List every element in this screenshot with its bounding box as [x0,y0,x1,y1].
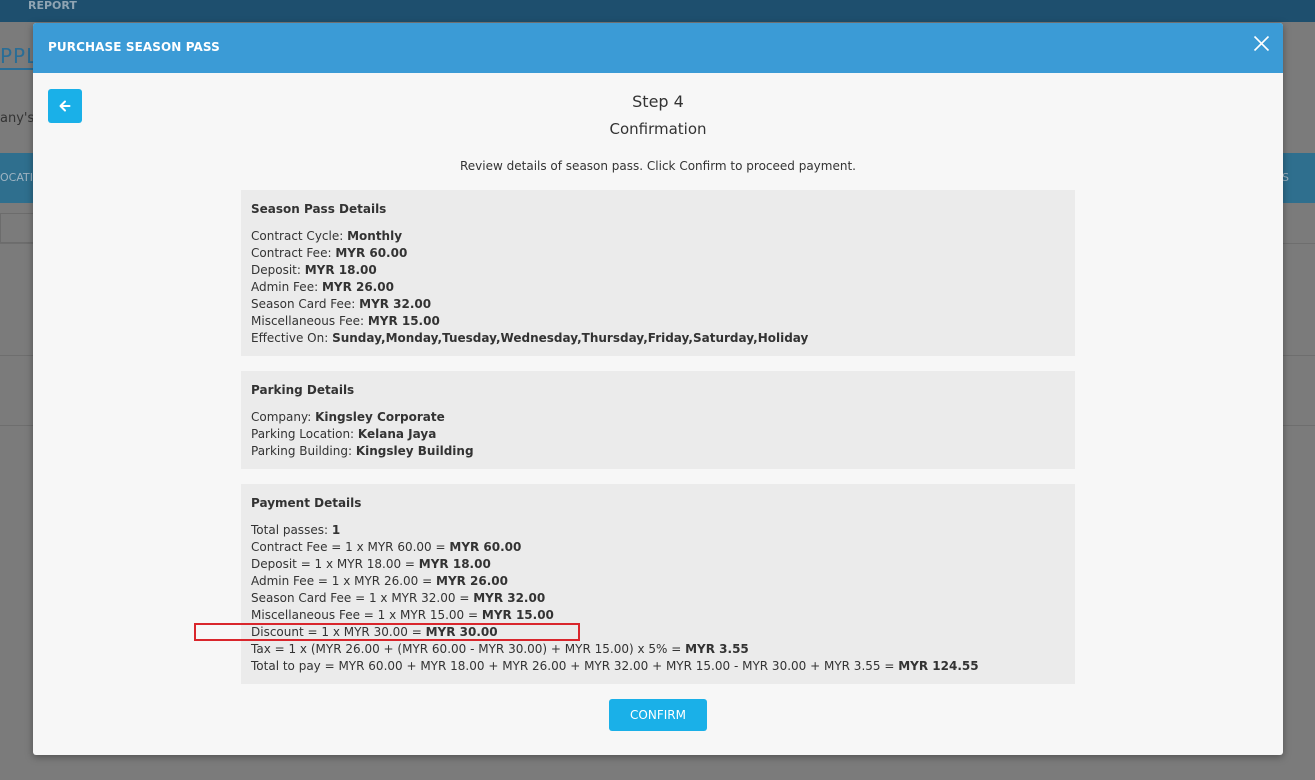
row-value: 1 [331,523,341,537]
detail-row: Miscellaneous Fee: MYR 15.00 [251,313,1065,330]
row-label: Season Card Fee: [251,297,360,311]
close-button[interactable] [1253,35,1270,52]
close-icon [1253,35,1270,52]
detail-row: Parking Building: Kingsley Building [251,443,1065,460]
row-label: Total to pay = MYR 60.00 + MYR 18.00 + M… [251,659,899,673]
parking-details-panel: Parking Details Company: Kingsley Corpor… [241,371,1075,469]
row-label: Company: [251,410,316,424]
detail-row: Deposit: MYR 18.00 [251,262,1065,279]
payment-row: Admin Fee = 1 x MYR 26.00 = MYR 26.00 [251,573,1065,590]
row-label: Total passes: [251,523,332,537]
discount-highlight-box [194,623,580,641]
detail-row: Admin Fee: MYR 26.00 [251,279,1065,296]
detail-row: Company: Kingsley Corporate [251,409,1065,426]
row-label: Miscellaneous Fee = 1 x MYR 15.00 = [251,608,482,622]
row-label: Deposit: [251,263,305,277]
row-value: MYR 18.00 [418,557,491,571]
modal-title: PURCHASE SEASON PASS [48,40,220,54]
row-value: Sunday,Monday,Tuesday,Wednesday,Thursday… [332,331,809,345]
payment-row: Miscellaneous Fee = 1 x MYR 15.00 = MYR … [251,607,1065,624]
row-value: Kingsley Building [355,444,474,458]
row-label: Tax = 1 x (MYR 26.00 + (MYR 60.00 - MYR … [251,642,686,656]
row-value: MYR 32.00 [359,297,432,311]
nav-item-report: REPORT [28,0,77,12]
row-value: MYR 15.00 [367,314,440,328]
row-value: MYR 60.00 [335,246,408,260]
row-label: Admin Fee: [251,280,322,294]
row-value: MYR 3.55 [685,642,749,656]
row-label: Miscellaneous Fee: [251,314,368,328]
row-label: Effective On: [251,331,333,345]
row-label: Parking Location: [251,427,358,441]
row-label: Admin Fee = 1 x MYR 26.00 = [251,574,436,588]
row-value: Kelana Jaya [357,427,437,441]
detail-row: Season Card Fee: MYR 32.00 [251,296,1065,313]
total-row: Total to pay = MYR 60.00 + MYR 18.00 + M… [251,658,1065,675]
row-value: MYR 15.00 [481,608,554,622]
row-value: Monthly [347,229,403,243]
row-value: MYR 18.00 [304,263,377,277]
background-column-last: S [1282,171,1289,184]
row-value: MYR 32.00 [473,591,546,605]
detail-row: Contract Cycle: Monthly [251,228,1065,245]
detail-row: Effective On: Sunday,Monday,Tuesday,Wedn… [251,330,1065,347]
tax-row: Tax = 1 x (MYR 26.00 + (MYR 60.00 - MYR … [251,641,1065,658]
row-label: Season Card Fee = 1 x MYR 32.00 = [251,591,474,605]
panel-title: Season Pass Details [251,202,387,216]
row-label: Parking Building: [251,444,356,458]
top-navigation-bar [0,0,1315,22]
panel-title: Parking Details [251,383,355,397]
purchase-season-pass-modal: PURCHASE SEASON PASS Step 4 Confirmation… [33,23,1283,755]
payment-row: Season Card Fee = 1 x MYR 32.00 = MYR 32… [251,590,1065,607]
row-label: Deposit = 1 x MYR 18.00 = [251,557,419,571]
step-title: Step 4 [632,92,684,111]
row-label: Contract Fee: [251,246,336,260]
payment-details-panel: Payment Details Total passes: 1 Contract… [241,484,1075,684]
panel-title: Payment Details [251,496,362,510]
row-value: Kingsley Corporate [315,410,445,424]
row-value: MYR 124.55 [898,659,979,673]
confirm-button[interactable]: CONFIRM [609,699,707,731]
payment-row: Contract Fee = 1 x MYR 60.00 = MYR 60.00 [251,539,1065,556]
row-value: MYR 26.00 [436,574,509,588]
row-label: Contract Cycle: [251,229,348,243]
row-label: Contract Fee = 1 x MYR 60.00 = [251,540,450,554]
step-subtitle: Confirmation [609,120,707,138]
season-pass-details-panel: Season Pass Details Contract Cycle: Mont… [241,190,1075,356]
row-value: MYR 26.00 [321,280,394,294]
detail-row: Parking Location: Kelana Jaya [251,426,1065,443]
modal-header: PURCHASE SEASON PASS [33,23,1283,73]
payment-row: Deposit = 1 x MYR 18.00 = MYR 18.00 [251,556,1065,573]
instructions-text: Review details of season pass. Click Con… [460,159,856,173]
detail-row: Contract Fee: MYR 60.00 [251,245,1065,262]
payment-row: Total passes: 1 [251,522,1065,539]
row-value: MYR 60.00 [449,540,522,554]
